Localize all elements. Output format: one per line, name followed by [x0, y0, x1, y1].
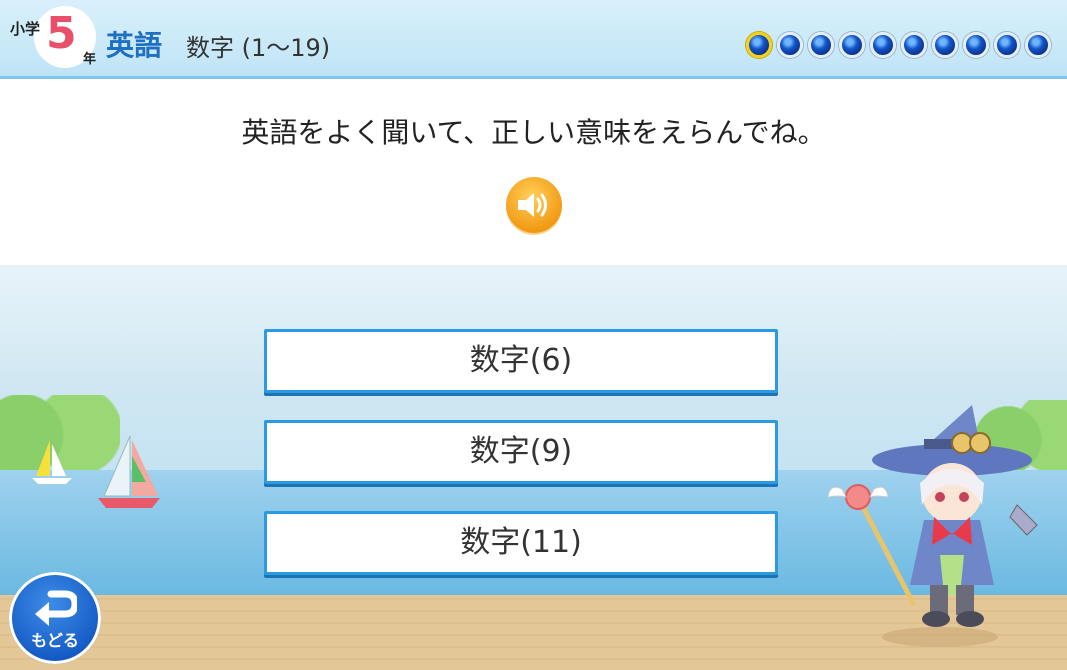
speaker-icon	[518, 193, 547, 217]
progress-dot	[994, 32, 1020, 58]
progress-dot	[932, 32, 958, 58]
subject-title: 英語	[106, 29, 163, 62]
back-button[interactable]: もどる	[9, 572, 101, 664]
header-bar: 小学 5 年 英語 数字 (1〜19)	[0, 0, 1067, 79]
school-label: 小学	[10, 20, 41, 38]
sailboat-large-icon	[98, 435, 160, 508]
witch-character-illustration	[827, 405, 1038, 647]
progress-dot	[839, 32, 865, 58]
answer-option-3[interactable]: 数字(11)	[264, 511, 778, 575]
progress-dot	[901, 32, 927, 58]
play-sound-button[interactable]	[506, 177, 562, 233]
question-panel	[0, 79, 1067, 268]
unit-title: 数字 (1〜19)	[186, 34, 331, 62]
answer-option-1[interactable]: 数字(6)	[264, 329, 778, 393]
back-button-label: もどる	[31, 631, 79, 650]
progress-dot	[870, 32, 896, 58]
return-arrow-icon	[35, 590, 77, 626]
nen-label: 年	[83, 52, 97, 67]
sailboat-small-icon	[32, 440, 72, 484]
grade-number: 5	[46, 8, 77, 59]
progress-dot	[746, 32, 772, 58]
progress-dot	[777, 32, 803, 58]
progress-dot	[808, 32, 834, 58]
answer-option-2[interactable]: 数字(9)	[264, 420, 778, 484]
progress-indicator	[746, 32, 1051, 58]
progress-dot	[963, 32, 989, 58]
progress-dot	[1025, 32, 1051, 58]
instruction-text: 英語をよく聞いて、正しい意味をえらんでね。	[241, 116, 826, 149]
